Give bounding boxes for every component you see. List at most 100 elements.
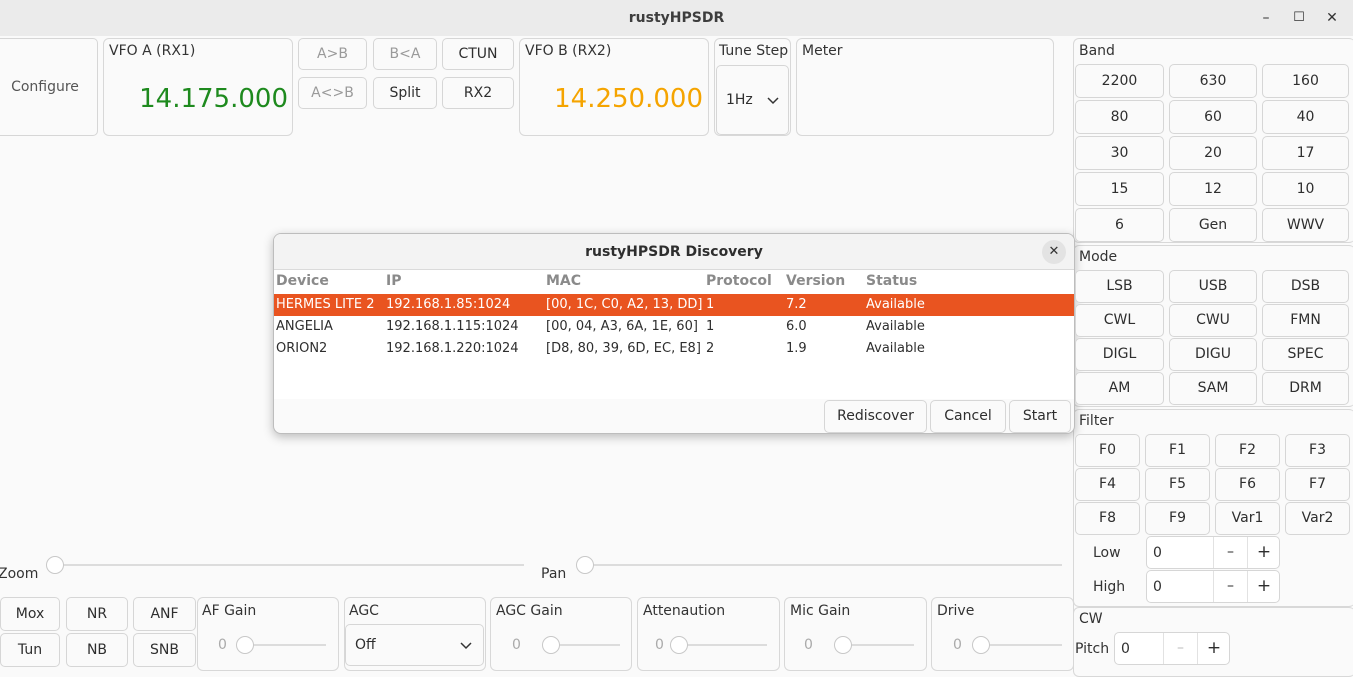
filter-high-value[interactable]: 0 <box>1153 579 1162 595</box>
discovery-dialog: rustyHPSDR Discovery ✕ Device IP MAC Pro… <box>273 233 1075 434</box>
band-button[interactable]: 17 <box>1262 136 1349 170</box>
filter-button[interactable]: F1 <box>1145 434 1210 467</box>
filter-button[interactable]: Var2 <box>1285 502 1350 535</box>
band-button[interactable]: 10 <box>1262 172 1349 206</box>
minimize-button[interactable]: – <box>1256 8 1276 28</box>
table-row[interactable]: ANGELIA 192.168.1.115:1024 [00, 04, A3, 6A… <box>274 316 1074 338</box>
filter-button[interactable]: F5 <box>1145 468 1210 501</box>
table-row[interactable]: HERMES LITE 2 192.168.1.85:1024 [00, 1C, C… <box>274 294 1074 316</box>
filter-high-decrement-button[interactable]: – <box>1213 571 1247 602</box>
column-header-mac[interactable]: MAC <box>546 273 581 289</box>
cw-pitch-decrement-button[interactable]: – <box>1163 633 1197 664</box>
attenuation-slider-handle[interactable] <box>670 636 688 654</box>
b-to-a-button[interactable]: B<A <box>373 38 437 70</box>
mode-button[interactable]: SPEC <box>1262 338 1349 371</box>
filter-button[interactable]: F0 <box>1075 434 1140 467</box>
filter-button[interactable]: F2 <box>1215 434 1280 467</box>
band-button[interactable]: 6 <box>1075 208 1164 242</box>
filter-button[interactable]: F6 <box>1215 468 1280 501</box>
snb-button[interactable]: SNB <box>133 633 196 667</box>
a-swap-b-button[interactable]: A<>B <box>298 77 367 109</box>
mode-button[interactable]: FMN <box>1262 304 1349 337</box>
band-button[interactable]: 20 <box>1169 136 1257 170</box>
filter-low-label: Low <box>1093 545 1121 561</box>
column-header-device[interactable]: Device <box>276 273 329 289</box>
filter-low-decrement-button[interactable]: – <box>1213 537 1247 568</box>
chevron-down-icon <box>767 97 779 105</box>
nb-button[interactable]: NB <box>66 633 128 667</box>
cell-mac: [D8, 80, 39, 6D, EC, E8] <box>546 341 701 356</box>
anf-button[interactable]: ANF <box>133 597 196 631</box>
mox-button[interactable]: Mox <box>0 597 60 631</box>
filter-button[interactable]: F8 <box>1075 502 1140 535</box>
start-button[interactable]: Start <box>1009 400 1071 433</box>
af-gain-slider-handle[interactable] <box>236 636 254 654</box>
rediscover-button[interactable]: Rediscover <box>824 400 927 433</box>
column-header-status[interactable]: Status <box>866 273 917 289</box>
band-button[interactable]: 160 <box>1262 64 1349 98</box>
cw-pitch-spin[interactable]: 0 – + <box>1114 632 1230 665</box>
filter-low-value[interactable]: 0 <box>1153 545 1162 561</box>
column-header-version[interactable]: Version <box>786 273 845 289</box>
configure-button[interactable]: Configure <box>0 38 98 136</box>
column-header-protocol[interactable]: Protocol <box>706 273 772 289</box>
filter-button[interactable]: F4 <box>1075 468 1140 501</box>
mode-button[interactable]: SAM <box>1169 372 1257 405</box>
filter-low-increment-button[interactable]: + <box>1247 537 1280 568</box>
a-to-b-button[interactable]: A>B <box>298 38 367 70</box>
cell-device: ORION2 <box>276 341 328 356</box>
close-window-button[interactable]: ✕ <box>1322 8 1342 28</box>
band-button[interactable]: 630 <box>1169 64 1257 98</box>
tune-step-label: Tune Step <box>719 43 789 59</box>
filter-button[interactable]: F3 <box>1285 434 1350 467</box>
filter-button[interactable]: F9 <box>1145 502 1210 535</box>
vfo-a-frequency[interactable]: 14.175.000 <box>108 84 288 114</box>
band-button[interactable]: WWV <box>1262 208 1349 242</box>
agc-dropdown[interactable]: Off <box>345 624 484 666</box>
band-button[interactable]: Gen <box>1169 208 1257 242</box>
pan-slider-track[interactable] <box>582 564 1062 566</box>
ctun-button[interactable]: CTUN <box>442 38 514 70</box>
mode-button[interactable]: CWU <box>1169 304 1257 337</box>
agc-gain-slider-handle[interactable] <box>542 636 560 654</box>
band-button[interactable]: 40 <box>1262 100 1349 134</box>
cw-pitch-value[interactable]: 0 <box>1121 641 1130 657</box>
zoom-slider-handle[interactable] <box>46 556 64 574</box>
nr-button[interactable]: NR <box>66 597 128 631</box>
split-button[interactable]: Split <box>373 77 437 109</box>
table-row[interactable]: ORION2 192.168.1.220:1024 [D8, 80, 39, 6D,… <box>274 338 1074 360</box>
dialog-close-button[interactable]: ✕ <box>1042 240 1066 264</box>
filter-high-spin[interactable]: 0 – + <box>1146 570 1280 603</box>
filter-button[interactable]: Var1 <box>1215 502 1280 535</box>
cw-pitch-increment-button[interactable]: + <box>1197 633 1230 664</box>
zoom-slider-track[interactable] <box>52 564 524 566</box>
mode-button[interactable]: DSB <box>1262 270 1349 303</box>
vfo-b-frequency[interactable]: 14.250.000 <box>522 84 703 114</box>
filter-high-increment-button[interactable]: + <box>1247 571 1280 602</box>
band-button[interactable]: 80 <box>1075 100 1164 134</box>
filter-low-spin[interactable]: 0 – + <box>1146 536 1280 569</box>
band-button[interactable]: 12 <box>1169 172 1257 206</box>
band-button[interactable]: 60 <box>1169 100 1257 134</box>
pan-slider-handle[interactable] <box>576 556 594 574</box>
band-button[interactable]: 30 <box>1075 136 1164 170</box>
mode-button[interactable]: LSB <box>1075 270 1164 303</box>
mode-button[interactable]: AM <box>1075 372 1164 405</box>
maximize-button[interactable]: ☐ <box>1289 8 1309 28</box>
band-button[interactable]: 15 <box>1075 172 1164 206</box>
mode-button[interactable]: DRM <box>1262 372 1349 405</box>
rx2-button[interactable]: RX2 <box>442 77 514 109</box>
mode-button[interactable]: CWL <box>1075 304 1164 337</box>
filter-button[interactable]: F7 <box>1285 468 1350 501</box>
column-header-ip[interactable]: IP <box>386 273 401 289</box>
tune-step-dropdown[interactable]: 1Hz <box>716 65 789 135</box>
mic-gain-slider-handle[interactable] <box>834 636 852 654</box>
drive-slider-handle[interactable] <box>972 636 990 654</box>
band-button[interactable]: 2200 <box>1075 64 1164 98</box>
mode-button[interactable]: DIGL <box>1075 338 1164 371</box>
af-gain-value: 0 <box>218 637 227 653</box>
tun-button[interactable]: Tun <box>0 633 60 667</box>
cancel-button[interactable]: Cancel <box>930 400 1006 433</box>
mode-button[interactable]: DIGU <box>1169 338 1257 371</box>
mode-button[interactable]: USB <box>1169 270 1257 303</box>
